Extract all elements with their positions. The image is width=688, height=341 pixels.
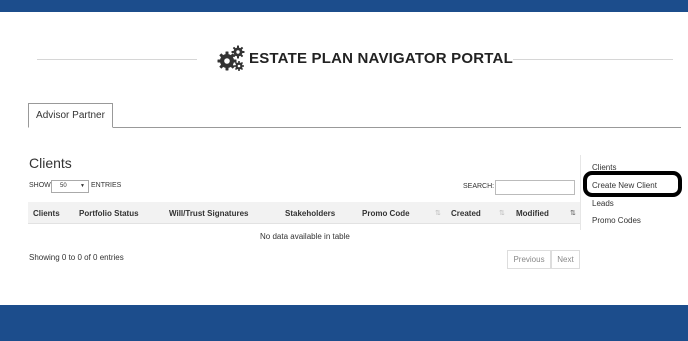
col-header-stakeholders[interactable]: Stakeholders [285, 209, 335, 218]
sidebar-item-leads[interactable]: Leads [592, 199, 614, 208]
sort-desc-icon[interactable]: ⇅ [570, 209, 576, 217]
page-title: Clients [29, 155, 72, 171]
sidebar-divider [580, 155, 581, 230]
table-header: Clients Portfolio Status Will/Trust Sign… [28, 202, 581, 224]
chevron-down-icon: ▼ [80, 183, 85, 189]
next-button[interactable]: Next [551, 250, 580, 269]
table-info: Showing 0 to 0 of 0 entries [29, 253, 124, 262]
portal-title: ESTATE PLAN NAVIGATOR PORTAL [249, 50, 513, 67]
highlight-annotation [583, 171, 682, 197]
entries-select-value: 50 [60, 183, 67, 189]
tab-bar [28, 127, 681, 128]
col-header-clients[interactable]: Clients [33, 209, 60, 218]
col-header-created[interactable]: Created [451, 209, 481, 218]
col-header-promo-code[interactable]: Promo Code [362, 209, 410, 218]
sidebar-item-promo-codes[interactable]: Promo Codes [592, 216, 641, 225]
sort-icon[interactable]: ⇅ [435, 209, 441, 217]
entries-label: ENTRIES [91, 182, 122, 189]
empty-table-message: No data available in table [260, 232, 350, 241]
header-divider-left [37, 59, 197, 60]
col-header-modified[interactable]: Modified [516, 209, 549, 218]
sort-icon[interactable]: ⇅ [499, 209, 505, 217]
show-label: SHOW [29, 182, 51, 189]
top-banner [0, 0, 688, 12]
col-header-will-trust-signatures[interactable]: Will/Trust Signatures [169, 209, 249, 218]
footer-banner [0, 305, 688, 341]
tab-advisor-partner[interactable]: Advisor Partner [28, 103, 113, 128]
previous-button[interactable]: Previous [507, 250, 551, 269]
gears-icon [217, 45, 245, 71]
entries-select[interactable]: 50 ▼ [51, 180, 89, 193]
col-header-portfolio-status[interactable]: Portfolio Status [79, 209, 139, 218]
search-input[interactable] [495, 180, 575, 195]
search-label: SEARCH: [463, 183, 495, 190]
header-divider-right [513, 59, 673, 60]
